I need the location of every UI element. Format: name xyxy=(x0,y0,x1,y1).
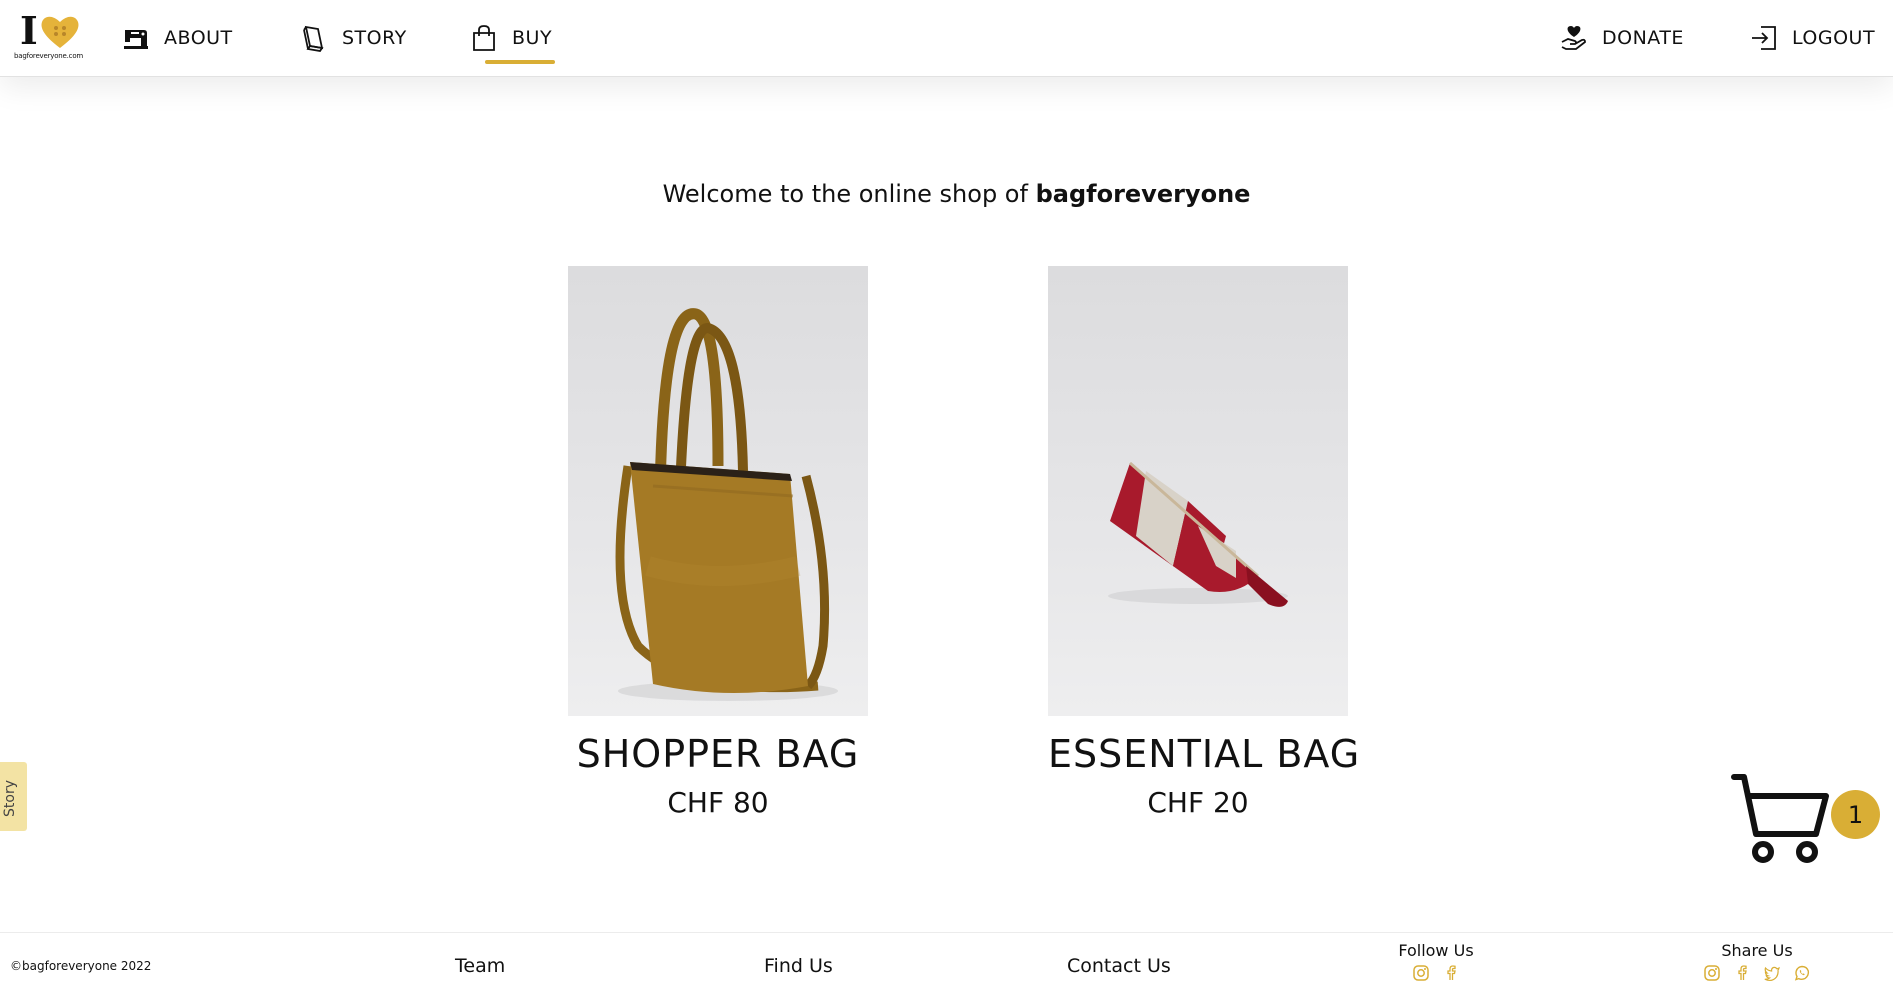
facebook-icon[interactable] xyxy=(1442,964,1460,982)
story-tab-label: Story xyxy=(2,780,18,817)
footer-link-find-us[interactable]: Find Us xyxy=(764,955,833,977)
welcome-heading: Welcome to the online shop of bagforever… xyxy=(0,180,1893,208)
instagram-icon[interactable] xyxy=(1412,964,1430,982)
nav-about-label: ABOUT xyxy=(164,27,233,49)
shopping-bag-icon xyxy=(473,25,495,51)
nav-story[interactable]: STORY xyxy=(300,18,407,58)
site-footer: ©bagforeveryone 2022 Team Find Us Contac… xyxy=(0,932,1893,996)
nav-buy-label: BUY xyxy=(512,27,553,49)
welcome-brand: bagforeveryone xyxy=(1035,180,1251,208)
nav-story-label: STORY xyxy=(342,27,407,49)
logout-icon xyxy=(1752,26,1776,50)
product-name[interactable]: ESSENTIAL BAG xyxy=(1048,732,1359,776)
book-icon xyxy=(303,25,324,52)
product-name[interactable]: SHOPPER BAG xyxy=(568,732,868,776)
active-tab-indicator xyxy=(485,60,555,64)
story-side-tab[interactable]: Story xyxy=(0,762,27,831)
donate-hand-heart-icon xyxy=(1561,26,1586,50)
sewing-machine-icon xyxy=(124,30,148,49)
product-card-shopper-bag[interactable]: SHOPPER BAG CHF 80 xyxy=(568,266,868,819)
welcome-text: Welcome to the online shop of xyxy=(662,180,1036,208)
product-image-shopper-bag[interactable] xyxy=(568,266,868,716)
nav-buy[interactable]: BUY xyxy=(470,18,552,58)
share-us-title: Share Us xyxy=(1721,941,1793,960)
follow-us-group: Follow Us xyxy=(1386,941,1486,982)
copyright: ©bagforeveryone 2022 xyxy=(10,959,152,973)
cart-count-badge: 1 xyxy=(1831,790,1880,839)
follow-us-title: Follow Us xyxy=(1398,941,1474,960)
shopping-cart-icon xyxy=(1731,774,1829,863)
tote-bag-illustration xyxy=(615,308,838,701)
nav-donate-label: DONATE xyxy=(1602,27,1684,49)
nav-about[interactable]: ABOUT xyxy=(122,18,233,58)
site-header: I bagforeveryone.com ABOUT STORY BUY DON… xyxy=(0,0,1893,77)
twitter-icon[interactable] xyxy=(1763,964,1781,982)
footer-link-team[interactable]: Team xyxy=(455,955,505,977)
product-price: CHF 80 xyxy=(667,786,769,819)
nav-donate[interactable]: DONATE xyxy=(1560,18,1684,58)
facebook-icon[interactable] xyxy=(1733,964,1751,982)
site-logo[interactable]: I bagforeveryone.com xyxy=(14,8,84,65)
nav-logout-label: LOGOUT xyxy=(1792,27,1876,49)
whatsapp-icon[interactable] xyxy=(1793,964,1811,982)
heart-logo-icon xyxy=(41,16,79,48)
instagram-icon[interactable] xyxy=(1703,964,1721,982)
logo-mark: I xyxy=(20,8,38,53)
product-card-essential-bag[interactable]: ESSENTIAL BAG CHF 20 xyxy=(1048,266,1359,819)
product-price: CHF 20 xyxy=(1147,786,1249,819)
share-us-group: Share Us xyxy=(1702,941,1812,982)
cart-button[interactable]: 1 xyxy=(1730,774,1880,864)
footer-link-contact-us[interactable]: Contact Us xyxy=(1067,955,1171,977)
pouch-illustration xyxy=(1108,461,1288,607)
product-image-essential-bag[interactable] xyxy=(1048,266,1348,716)
logo-text: bagforeveryone.com xyxy=(14,52,84,60)
nav-logout[interactable]: LOGOUT xyxy=(1750,18,1875,58)
